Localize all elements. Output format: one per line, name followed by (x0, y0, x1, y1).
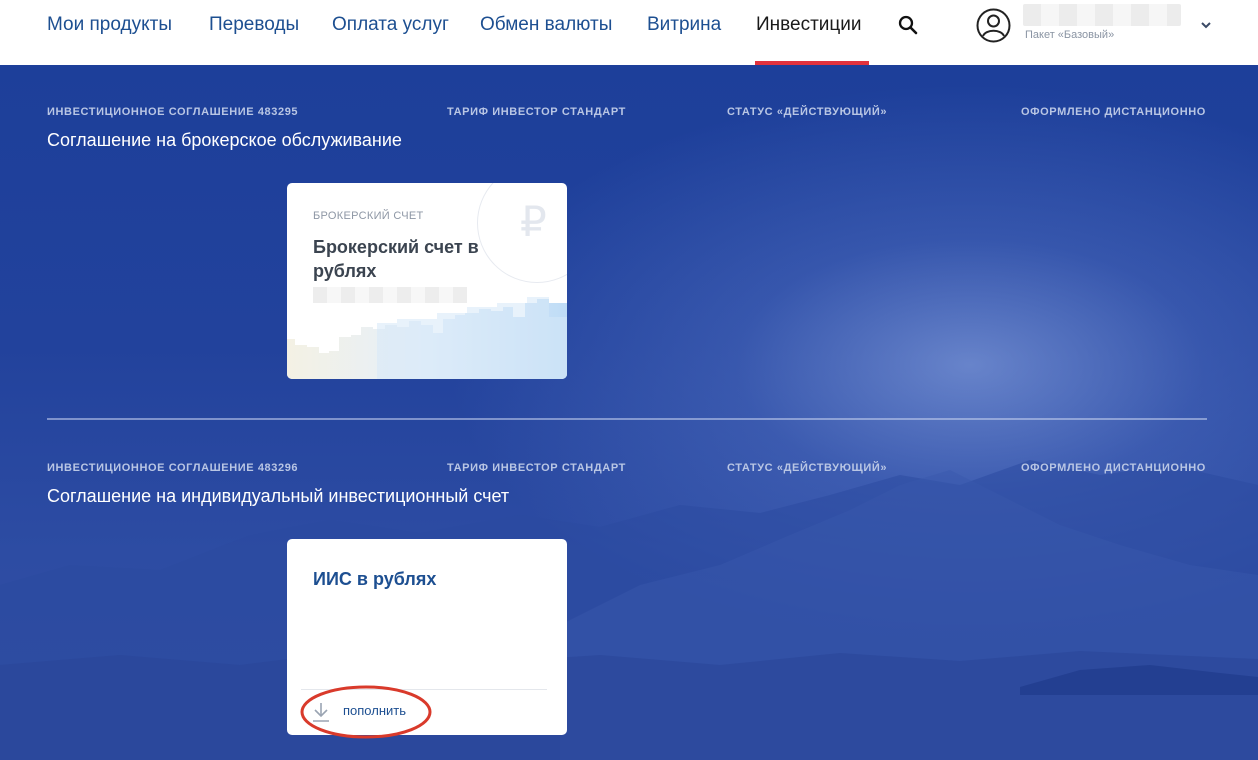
agreement-title: Соглашение на брокерское обслуживание (47, 130, 402, 150)
card-separator (301, 689, 547, 690)
brokerage-account-card[interactable]: ₽ БРОКЕРСКИЙ СЧЕТ Брокерский счет в рубл… (287, 183, 567, 379)
card-kicker: БРОКЕРСКИЙ СЧЕТ (313, 210, 424, 222)
agreement-channel: ОФОРМЛЕНО ДИСТАНЦИОННО (1021, 462, 1206, 474)
chevron-down-icon[interactable] (1199, 18, 1213, 32)
agreement-title: Соглашение на индивидуальный инвестицион… (47, 486, 510, 506)
iis-account-card[interactable]: ИИС в рублях пополнить (287, 539, 567, 735)
card-decorative-chart (287, 297, 567, 379)
agreement-number: ИНВЕСТИЦИОННОЕ СОГЛАШЕНИЕ 483296 (47, 462, 299, 474)
user-name-redacted (1023, 4, 1181, 26)
top-navigation: Мои продукты Переводы Оплата услуг Обмен… (0, 0, 1258, 65)
ruble-icon: ₽ (520, 197, 547, 246)
nav-currency-exchange[interactable]: Обмен валюты (480, 14, 612, 36)
agreement-number: ИНВЕСТИЦИОННОЕ СОГЛАШЕНИЕ 483295 (47, 106, 299, 118)
agreement-tariff: ТАРИФ ИНВЕСТОР СТАНДАРТ (447, 462, 626, 474)
background-mountains (0, 460, 1258, 760)
agreement-channel: ОФОРМЛЕНО ДИСТАНЦИОННО (1021, 106, 1206, 118)
download-arrow-icon (313, 703, 329, 722)
agreement-status: СТАТУС «ДЕЙСТВУЮЩИЙ» (727, 106, 888, 118)
top-up-label: пополнить (343, 703, 407, 718)
nav-showcase[interactable]: Витрина (647, 14, 721, 36)
card-title: Брокерский счет в рублях (313, 237, 479, 281)
nav-investments[interactable]: Инвестиции (756, 14, 862, 36)
agreement-status: СТАТУС «ДЕЙСТВУЮЩИЙ» (727, 462, 888, 474)
nav-payments[interactable]: Оплата услуг (332, 14, 449, 36)
nav-transfers[interactable]: Переводы (209, 14, 299, 36)
search-icon[interactable] (897, 14, 919, 36)
package-label: Пакет «Базовый» (1025, 29, 1115, 41)
card-title[interactable]: ИИС в рублях (313, 569, 436, 590)
user-circle-icon[interactable] (976, 8, 1011, 43)
agreement-tariff: ТАРИФ ИНВЕСТОР СТАНДАРТ (447, 106, 626, 118)
section-divider (47, 418, 1207, 420)
nav-my-products[interactable]: Мои продукты (47, 14, 172, 36)
investments-content: ИНВЕСТИЦИОННОЕ СОГЛАШЕНИЕ 483295 ТАРИФ И… (0, 65, 1258, 760)
